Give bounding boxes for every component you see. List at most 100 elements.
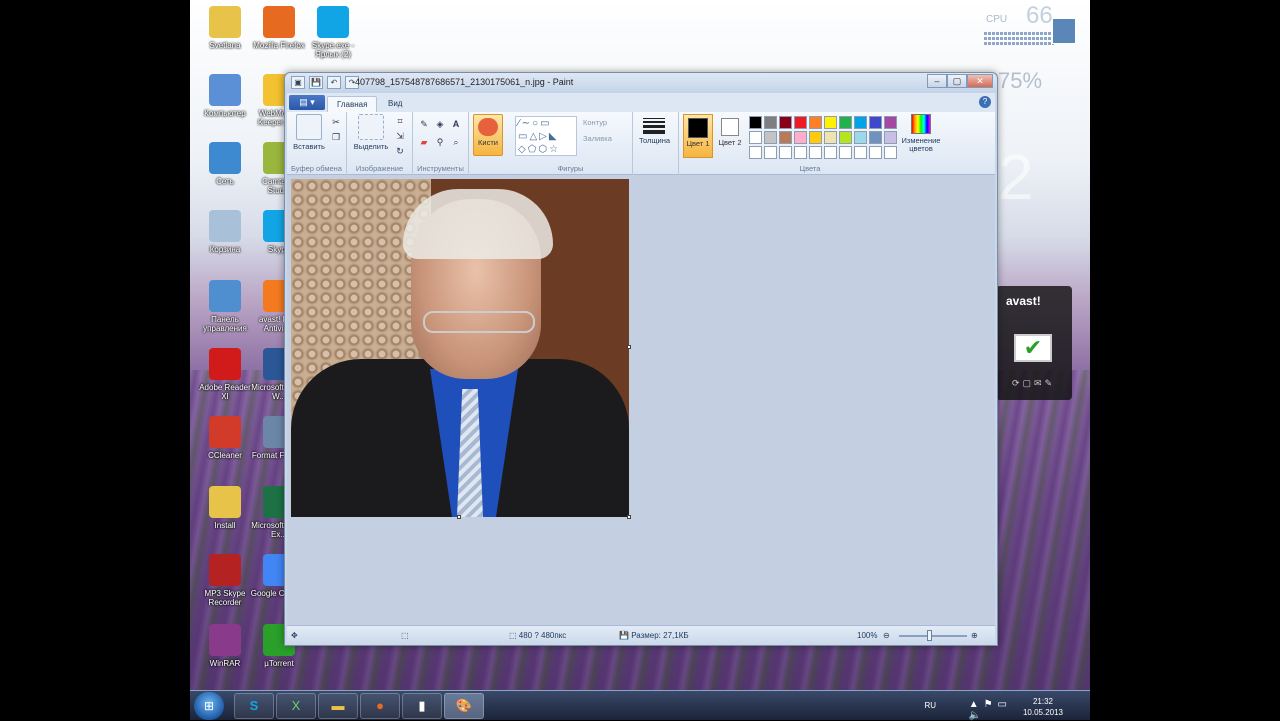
- palette-swatch[interactable]: [824, 146, 837, 159]
- palette-swatch[interactable]: [764, 116, 777, 129]
- thickness-button[interactable]: Толщина: [639, 116, 670, 145]
- resize-handle[interactable]: [627, 515, 631, 519]
- taskbar-paint[interactable]: 🎨: [444, 693, 484, 719]
- desktop-icon[interactable]: Adobe Reader XI: [196, 348, 254, 401]
- magnifier-icon[interactable]: ⌕: [449, 136, 463, 149]
- palette-swatch[interactable]: [884, 146, 897, 159]
- text-icon[interactable]: A: [449, 118, 463, 131]
- palette-swatch[interactable]: [869, 146, 882, 159]
- color1-button[interactable]: Цвет 1: [683, 114, 713, 158]
- palette-swatch[interactable]: [869, 116, 882, 129]
- palette-swatch[interactable]: [794, 146, 807, 159]
- color2-button[interactable]: Цвет 2: [717, 114, 743, 147]
- palette-swatch[interactable]: [824, 116, 837, 129]
- start-button[interactable]: ⊞: [194, 692, 224, 720]
- palette-swatch[interactable]: [839, 131, 852, 144]
- resize-handle[interactable]: [627, 345, 631, 349]
- palette-swatch[interactable]: [824, 131, 837, 144]
- maximize-button[interactable]: ▢: [947, 74, 967, 88]
- help-icon[interactable]: ?: [979, 96, 991, 108]
- zoom-in-icon[interactable]: ⊕: [971, 631, 978, 640]
- language-indicator[interactable]: RU: [924, 701, 936, 710]
- resize-icon[interactable]: ⇲: [393, 130, 407, 143]
- paste-button[interactable]: Вставить: [289, 114, 329, 151]
- title-bar[interactable]: ▣ 💾 ↶ ↷ 407798_1575487876865​71_21301750…: [285, 73, 997, 93]
- select-button[interactable]: Выделить: [351, 114, 391, 151]
- close-button[interactable]: ✕: [967, 74, 993, 88]
- avast-gadget[interactable]: avast! ✔ ⟳▢✉✎: [996, 286, 1072, 400]
- save-icon[interactable]: 💾: [309, 76, 323, 89]
- palette-swatch[interactable]: [854, 131, 867, 144]
- desktop-icon[interactable]: Install: [196, 486, 254, 530]
- palette-swatch[interactable]: [749, 146, 762, 159]
- rotate-icon[interactable]: ↻: [393, 145, 407, 158]
- fill-option[interactable]: Заливка: [583, 134, 612, 143]
- desktop-icon[interactable]: MP3 Skype Recorder: [196, 554, 254, 607]
- eraser-icon[interactable]: ▰: [417, 136, 431, 149]
- taskbar-skype[interactable]: S: [234, 693, 274, 719]
- zoom-slider-track[interactable]: [899, 635, 967, 637]
- minimize-button[interactable]: –: [927, 74, 947, 88]
- desktop-icon[interactable]: Сеть: [196, 142, 254, 186]
- resize-handle[interactable]: [457, 515, 461, 519]
- outline-option[interactable]: Контур: [583, 118, 607, 127]
- tray-icons[interactable]: ▲⚑▭🔈: [969, 699, 1012, 721]
- shapes-group-label: Фигуры: [557, 164, 584, 173]
- color-picker-icon[interactable]: ⚲: [433, 136, 447, 149]
- edit-colors-button[interactable]: Изменение цветов: [901, 114, 941, 153]
- desktop-icon[interactable]: Компьютер: [196, 74, 254, 118]
- canvas-area[interactable]: [287, 175, 995, 625]
- taskbar-excel[interactable]: X: [276, 693, 316, 719]
- desktop-icon[interactable]: WinRAR: [196, 624, 254, 668]
- image-dimensions: ⬚ 480 ? 480пкс: [509, 631, 567, 640]
- palette-swatch[interactable]: [779, 131, 792, 144]
- zoom-out-icon[interactable]: ⊖: [883, 631, 890, 640]
- fill-icon[interactable]: ◈: [433, 118, 447, 131]
- taskbar-firefox[interactable]: ●: [360, 693, 400, 719]
- palette-swatch[interactable]: [839, 146, 852, 159]
- crop-icon[interactable]: ⌗: [393, 115, 407, 128]
- palette-swatch[interactable]: [809, 131, 822, 144]
- palette-swatch[interactable]: [749, 131, 762, 144]
- cut-icon[interactable]: ✂: [329, 116, 343, 129]
- palette-swatch[interactable]: [764, 131, 777, 144]
- palette-swatch[interactable]: [869, 131, 882, 144]
- taskbar-app[interactable]: ▮: [402, 693, 442, 719]
- undo-icon[interactable]: ↶: [327, 76, 341, 89]
- desktop-icon[interactable]: Svetlana: [196, 6, 254, 50]
- photo-canvas[interactable]: [291, 179, 629, 517]
- palette-swatch[interactable]: [779, 146, 792, 159]
- avast-tools[interactable]: ⟳▢✉✎: [1012, 378, 1055, 389]
- desktop-icon[interactable]: Панель управления: [196, 280, 254, 333]
- folder-icon: ▬: [331, 698, 345, 713]
- cpu-label: CPU: [986, 14, 1008, 25]
- paint-icon: 🎨: [455, 698, 473, 713]
- paint-menu-button[interactable]: ▤ ▾: [289, 95, 325, 110]
- palette-swatch[interactable]: [809, 116, 822, 129]
- palette-swatch[interactable]: [839, 116, 852, 129]
- paint-app-icon[interactable]: ▣: [291, 76, 305, 89]
- tab-view[interactable]: Вид: [379, 96, 411, 112]
- palette-swatch[interactable]: [749, 116, 762, 129]
- clock[interactable]: 21:32 10.05.2013: [1018, 696, 1068, 718]
- palette-swatch[interactable]: [779, 116, 792, 129]
- pencil-icon[interactable]: ✎: [417, 118, 431, 131]
- copy-icon[interactable]: ❐: [329, 131, 343, 144]
- palette-swatch[interactable]: [854, 146, 867, 159]
- desktop-icon[interactable]: Mozilla Firefox: [250, 6, 308, 50]
- zoom-slider-thumb[interactable]: [927, 630, 932, 641]
- palette-swatch[interactable]: [854, 116, 867, 129]
- desktop-icon[interactable]: CCleaner: [196, 416, 254, 460]
- tab-home[interactable]: Главная: [327, 96, 378, 112]
- palette-swatch[interactable]: [764, 146, 777, 159]
- desktop-icon[interactable]: Корзина: [196, 210, 254, 254]
- desktop-icon[interactable]: Skype.exe - Ярлык (2): [304, 6, 362, 59]
- palette-swatch[interactable]: [809, 146, 822, 159]
- shapes-gallery[interactable]: ∕∼○▭ ▭△▷◣ ◇⬠⬡☆: [515, 116, 577, 156]
- palette-swatch[interactable]: [884, 131, 897, 144]
- palette-swatch[interactable]: [884, 116, 897, 129]
- brushes-button[interactable]: Кисти: [473, 114, 503, 156]
- palette-swatch[interactable]: [794, 131, 807, 144]
- taskbar-folder[interactable]: ▬: [318, 693, 358, 719]
- palette-swatch[interactable]: [794, 116, 807, 129]
